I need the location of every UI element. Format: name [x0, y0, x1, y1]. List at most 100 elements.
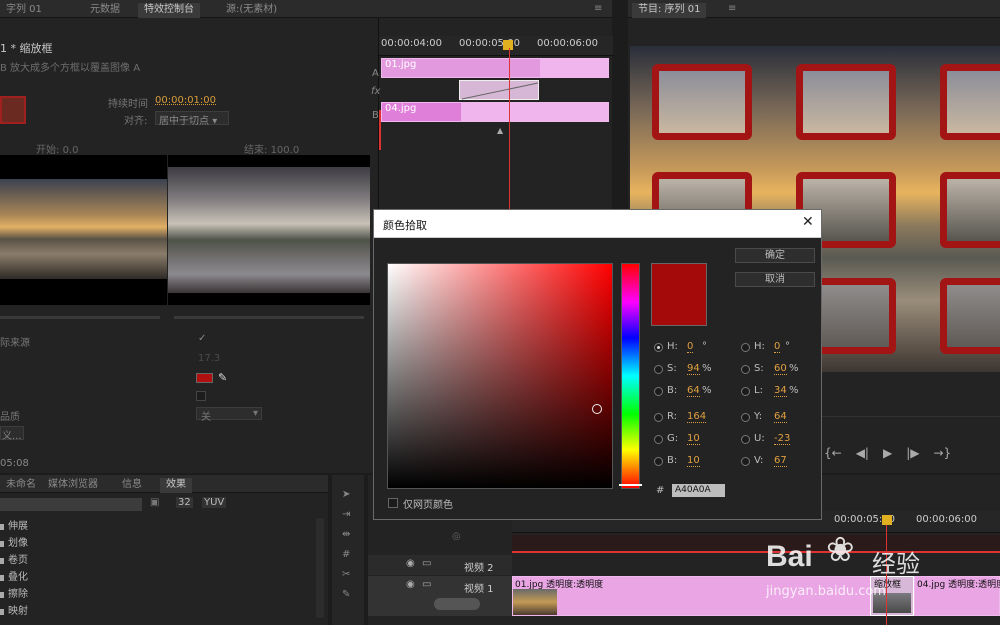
align-dropdown[interactable]: 居中于切点 ▾: [155, 111, 229, 127]
32bit-icon[interactable]: 32: [176, 497, 193, 508]
hsb-s-value[interactable]: 94: [687, 363, 700, 375]
border-color-swatch[interactable]: [196, 373, 213, 383]
degree-unit: °: [702, 341, 707, 352]
hsl-l-value[interactable]: 34: [774, 385, 787, 397]
panel-menu-icon[interactable]: ≡: [728, 3, 736, 14]
tab-project[interactable]: 未命名: [0, 478, 42, 493]
effect-description: B 放大成多个方框以覆盖图像 A: [0, 63, 141, 74]
quality-value: 关: [201, 412, 211, 423]
effects-search-input[interactable]: [0, 498, 142, 511]
accelerated-effects-icon[interactable]: ▣: [150, 497, 159, 508]
hsl-s-radio[interactable]: [741, 365, 750, 374]
effects-scrollbar[interactable]: [316, 518, 324, 618]
hsb-h-value[interactable]: 0: [687, 341, 694, 353]
yuv-v-radio[interactable]: [741, 457, 750, 466]
effect-folder-item[interactable]: 映射: [0, 603, 322, 620]
pen-tool-icon[interactable]: ✎: [342, 589, 350, 600]
effect-folder-item[interactable]: 伸展: [0, 518, 322, 535]
hsl-l-radio[interactable]: [741, 387, 750, 396]
yuv-icon[interactable]: YUV: [202, 497, 227, 508]
clip-b[interactable]: 04.jpg: [381, 102, 609, 122]
hsb-s-radio[interactable]: [654, 365, 663, 374]
web-colors-checkbox[interactable]: [388, 498, 398, 508]
yuv-y-value[interactable]: 64: [774, 411, 787, 423]
rgb-r-radio[interactable]: [654, 413, 663, 422]
quality-dropdown[interactable]: 关 ▾: [196, 407, 262, 423]
tab-metadata[interactable]: 元数据: [84, 3, 126, 18]
opacity-toggle[interactable]: [434, 598, 480, 610]
panel-menu-icon[interactable]: ≡: [594, 3, 602, 14]
effect-folder-item[interactable]: 叠化: [0, 569, 322, 586]
clip-a[interactable]: 01.jpg: [381, 58, 609, 78]
track-header-v2: ◉ ▭ 视频 2: [368, 555, 512, 575]
effect-folder-item[interactable]: 擦除: [0, 586, 322, 603]
tab-effect-controls[interactable]: 特效控制台: [138, 3, 200, 18]
yuv-y-radio[interactable]: [741, 413, 750, 422]
work-area-bar[interactable]: [512, 535, 1000, 553]
preview-b-slider[interactable]: [174, 316, 364, 319]
timeline-transition[interactable]: 缩放框: [870, 576, 914, 616]
checkbox[interactable]: [196, 391, 206, 401]
yuv-v-value[interactable]: 67: [774, 455, 787, 467]
ripple-edit-tool-icon[interactable]: ⇹: [342, 529, 350, 540]
chevron-down-icon: ▾: [252, 408, 258, 419]
ruler-tick-label: 00:00:06:00: [537, 38, 599, 49]
custom-button[interactable]: 义...: [0, 426, 24, 442]
duration-value[interactable]: 00:00:01:00: [155, 95, 216, 106]
track-select-tool-icon[interactable]: ⇥: [342, 509, 350, 520]
hsl-h-radio[interactable]: [741, 343, 750, 352]
tab-media-browser[interactable]: 媒体浏览器: [42, 478, 104, 493]
hue-slider-handle[interactable]: [619, 484, 642, 486]
film-icon[interactable]: ▭: [422, 579, 431, 590]
tab-info[interactable]: 信息: [116, 478, 148, 493]
cancel-button[interactable]: 取消: [735, 272, 815, 287]
checkmark-icon[interactable]: ✓: [198, 333, 206, 344]
saturation-brightness-field[interactable]: [387, 263, 613, 489]
hex-input[interactable]: A40A0A: [672, 484, 725, 497]
color-picker-dialog: 颜色拾取 ✕ 确定 取消 H: 0 ° S: 94 % B: 64 % R: 1…: [373, 209, 822, 520]
tab-program[interactable]: 节目: 序列 01: [632, 3, 707, 18]
eyedropper-icon[interactable]: ✎: [218, 371, 227, 384]
effect-folder-item[interactable]: 卷页: [0, 552, 322, 569]
timeline-clip-04[interactable]: 04.jpg 透明度:透明度: [914, 576, 1000, 616]
selection-tool-icon[interactable]: ➤: [342, 489, 350, 500]
film-icon[interactable]: ▭: [422, 558, 431, 569]
eye-icon[interactable]: ◉: [406, 579, 415, 590]
playhead-marker-icon[interactable]: [503, 40, 513, 50]
eye-icon[interactable]: ◉: [406, 558, 415, 569]
rolling-edit-tool-icon[interactable]: #: [342, 549, 350, 560]
hsl-h-value[interactable]: 0: [774, 341, 781, 353]
playhead-marker-icon[interactable]: [882, 515, 892, 525]
rgb-b-radio[interactable]: [654, 457, 663, 466]
transition-clip[interactable]: [459, 80, 539, 100]
rgb-b-value[interactable]: 10: [687, 455, 700, 467]
hue-slider[interactable]: [619, 263, 642, 489]
hsb-b-radio[interactable]: [654, 387, 663, 396]
hsl-s-value[interactable]: 60: [774, 363, 787, 375]
yuv-u-radio[interactable]: [741, 435, 750, 444]
step-forward-edit-icon[interactable]: →}: [934, 446, 952, 468]
hsb-b-value[interactable]: 64: [687, 385, 700, 397]
preview-a-slider[interactable]: [0, 316, 160, 319]
yuv-u-value[interactable]: -23: [774, 433, 791, 445]
rgb-r-value[interactable]: 164: [687, 411, 707, 423]
tab-sequence[interactable]: 字列 01: [0, 3, 48, 18]
effect-folder-item[interactable]: 划像: [0, 535, 322, 552]
tab-effects[interactable]: 效果: [160, 478, 192, 493]
close-icon[interactable]: ✕: [802, 214, 814, 230]
step-back-icon[interactable]: ◀|: [856, 446, 869, 468]
timeline-clip-01[interactable]: 01.jpg 透明度:透明度: [512, 576, 872, 616]
step-back-edit-icon[interactable]: {←: [824, 446, 842, 468]
step-forward-icon[interactable]: |▶: [906, 446, 919, 468]
rgb-g-value[interactable]: 10: [687, 433, 700, 445]
folder-icon: [0, 558, 4, 564]
razor-tool-icon[interactable]: ✂: [342, 569, 350, 580]
tab-source[interactable]: 源:(无素材): [220, 3, 283, 18]
snap-icon[interactable]: ◎: [452, 531, 461, 542]
ok-button[interactable]: 确定: [735, 248, 815, 263]
hsb-h-radio[interactable]: [654, 343, 663, 352]
shapes-value[interactable]: 17.3: [198, 353, 220, 364]
play-icon[interactable]: ▶: [883, 446, 892, 468]
rgb-g-radio[interactable]: [654, 435, 663, 444]
color-cursor[interactable]: [592, 404, 602, 414]
